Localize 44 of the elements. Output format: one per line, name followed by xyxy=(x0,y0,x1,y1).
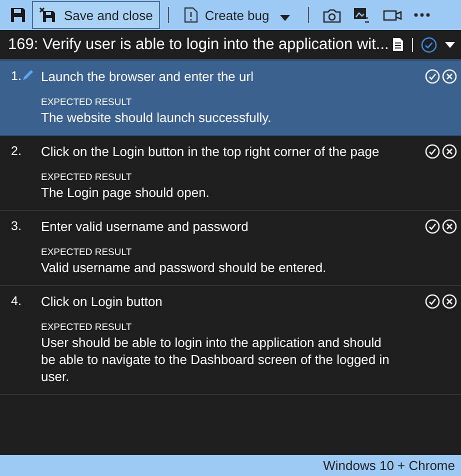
expected-result-label: EXPECTED RESULT xyxy=(41,172,133,184)
status-check-icon[interactable] xyxy=(421,36,437,52)
step-number: 2. xyxy=(11,144,22,158)
dropdown-caret-icon[interactable] xyxy=(445,42,455,48)
test-step[interactable]: 2. Click on the Login button in the top right corner of the page EXPECTED RESULT The Login page should open. xyxy=(0,136,461,211)
step-action: Click on the Login button in the top right corner of the page xyxy=(41,144,380,160)
video-icon[interactable] xyxy=(383,8,402,22)
step-action: Click on Login button xyxy=(41,294,164,310)
save-close-icon xyxy=(39,7,57,23)
step-number: 3. xyxy=(11,219,22,233)
document-icon xyxy=(184,7,198,23)
expected-result-text: User should be able to login into the application and should be able to navigate to the Dashboard screen of the logged in user. xyxy=(41,334,390,385)
document-icon[interactable] xyxy=(392,37,404,52)
configuration-label: Windows 10 + Chrome xyxy=(323,458,455,473)
test-case-title: 169: Verify user is able to login into the application wit... xyxy=(8,36,390,54)
pass-icon[interactable] xyxy=(425,144,440,159)
step-number: 4. xyxy=(11,294,22,308)
fail-icon[interactable] xyxy=(442,69,457,84)
expected-result-text: The Login page should open. xyxy=(41,184,210,201)
test-step[interactable]: 1. Launch the browser and enter the url EXPECTED RESULT The website should launch successfully. xyxy=(0,61,461,136)
save-icon[interactable] xyxy=(10,7,26,23)
test-step[interactable]: 3. Enter valid username and password EXPECTED RESULT Valid username and password should be entered. xyxy=(0,211,461,286)
screenshot-icon[interactable] xyxy=(353,6,372,24)
expected-result-label: EXPECTED RESULT xyxy=(41,322,133,334)
expected-result-label: EXPECTED RESULT xyxy=(41,97,133,109)
pencil-icon[interactable] xyxy=(22,69,34,81)
pass-icon[interactable] xyxy=(425,294,440,309)
expected-result-label: EXPECTED RESULT xyxy=(41,247,133,259)
step-action: Launch the browser and enter the url xyxy=(41,69,254,85)
step-action: Enter valid username and password xyxy=(41,219,250,235)
dropdown-caret-icon[interactable] xyxy=(280,14,290,20)
expected-result-text: The website should launch successfully. xyxy=(41,109,272,126)
create-bug-button[interactable]: Create bug xyxy=(176,1,276,29)
pass-icon[interactable] xyxy=(425,69,440,84)
camera-icon[interactable] xyxy=(323,8,342,22)
fail-icon[interactable] xyxy=(442,294,457,309)
pass-icon[interactable] xyxy=(425,219,440,234)
more-icon[interactable] xyxy=(414,13,430,17)
expected-result-text: Valid username and password should be entered. xyxy=(41,259,328,276)
test-step[interactable]: 4. Click on Login button EXPECTED RESULT User should be able to login into the application and should be able to navigate to the Dashboard screen of the logged in user. xyxy=(0,286,461,395)
step-number: 1. xyxy=(11,69,22,83)
fail-icon[interactable] xyxy=(442,219,457,234)
save-and-close-button[interactable]: Save and close xyxy=(32,1,160,29)
fail-icon[interactable] xyxy=(442,144,457,159)
